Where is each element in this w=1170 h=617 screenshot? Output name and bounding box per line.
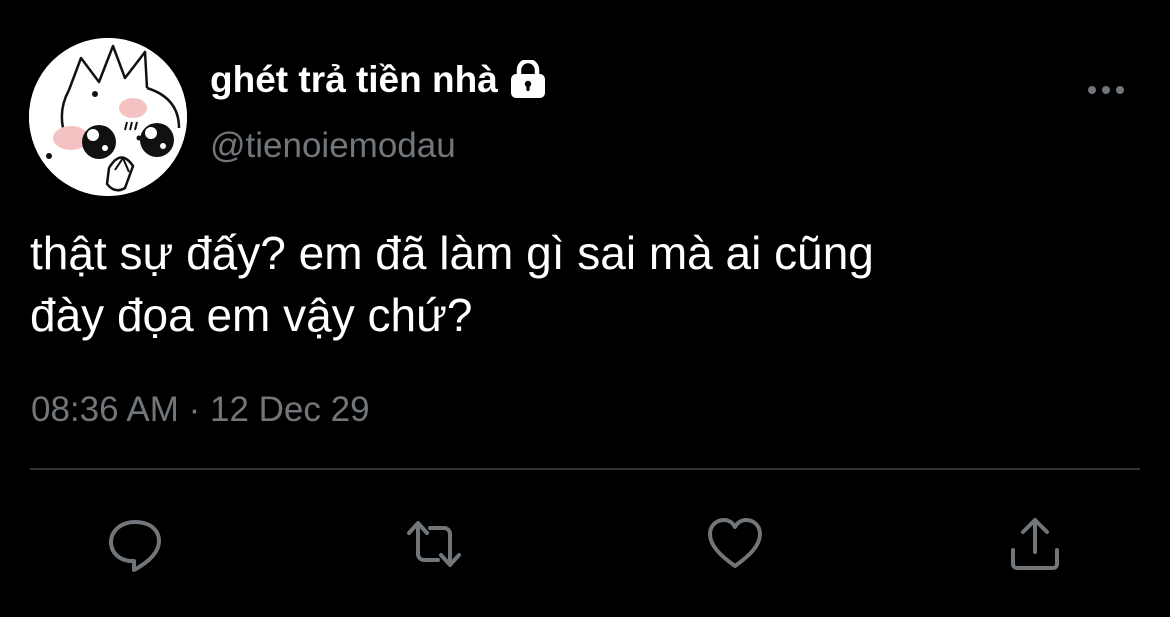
more-icon <box>1088 86 1124 94</box>
user-handle[interactable]: @tienoiemodau <box>210 124 456 168</box>
share-button[interactable] <box>1005 514 1065 574</box>
tweet: ghét trả tiền nhà @tienoiemodau thật sự … <box>0 0 1170 617</box>
tweet-text-line: đày đọa em vậy chứ? <box>30 289 473 341</box>
display-name[interactable]: ghét trả tiền nhà <box>210 56 548 104</box>
more-options-button[interactable] <box>1084 72 1128 108</box>
reply-icon <box>109 520 161 572</box>
display-name-text: ghét trả tiền nhà <box>210 59 498 100</box>
share-icon <box>1011 518 1059 570</box>
retweet-button[interactable] <box>404 514 464 574</box>
like-button[interactable] <box>705 514 765 574</box>
lock-icon <box>508 60 548 100</box>
reply-button[interactable] <box>105 514 165 574</box>
avatar[interactable] <box>29 38 187 196</box>
heart-icon <box>708 518 762 568</box>
retweet-icon <box>407 521 461 567</box>
tweet-timestamp[interactable]: 08:36 AM · 12 Dec 29 <box>31 388 370 432</box>
tweet-text: thật sự đấy? em đã làm gì sai mà ai cũng… <box>30 222 1130 346</box>
cartoon-face-avatar-image <box>29 38 187 196</box>
divider <box>30 468 1140 470</box>
tweet-text-line: thật sự đấy? em đã làm gì sai mà ai cũng <box>30 227 874 279</box>
